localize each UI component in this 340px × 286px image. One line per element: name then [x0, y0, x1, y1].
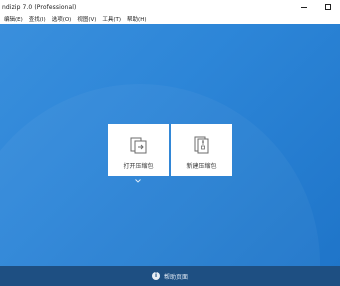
menu-options[interactable]: 选项(O)	[52, 15, 72, 23]
chevron-down-icon	[135, 179, 141, 183]
expand-chevron-button[interactable]	[134, 178, 142, 184]
minimize-icon	[301, 6, 307, 8]
menu-tools[interactable]: 工具(T)	[102, 15, 121, 23]
open-archive-icon	[130, 137, 146, 154]
menu-find[interactable]: 查找(I)	[29, 15, 46, 23]
window-title: ndizip 7.0 (Professional)	[2, 3, 77, 11]
menu-bar: 编辑(E) 查找(I) 选项(O) 视图(V) 工具(T) 帮助(H)	[0, 14, 340, 24]
open-archive-button[interactable]: 打开压缩包	[108, 124, 169, 176]
help-icon: i	[151, 272, 160, 280]
new-archive-label: 新建压缩包	[186, 163, 217, 170]
minimize-button[interactable]	[292, 0, 316, 14]
open-archive-label: 打开压缩包	[123, 163, 154, 170]
main-panel: 打开压缩包 新建压缩包	[0, 24, 340, 266]
help-page-label: 帮助页面	[163, 273, 188, 281]
menu-view[interactable]: 视图(V)	[77, 15, 96, 23]
window-controls	[292, 0, 340, 14]
maximize-button[interactable]	[316, 0, 340, 14]
help-page-link[interactable]: i 帮助页面	[151, 272, 188, 281]
new-archive-icon	[194, 136, 208, 154]
menu-help[interactable]: 帮助(H)	[127, 15, 146, 23]
menu-edit[interactable]: 编辑(E)	[4, 15, 23, 23]
new-archive-button[interactable]: 新建压缩包	[171, 124, 232, 176]
title-bar: ndizip 7.0 (Professional)	[0, 0, 340, 14]
footer-bar: i 帮助页面	[0, 266, 340, 286]
maximize-icon	[325, 4, 331, 10]
